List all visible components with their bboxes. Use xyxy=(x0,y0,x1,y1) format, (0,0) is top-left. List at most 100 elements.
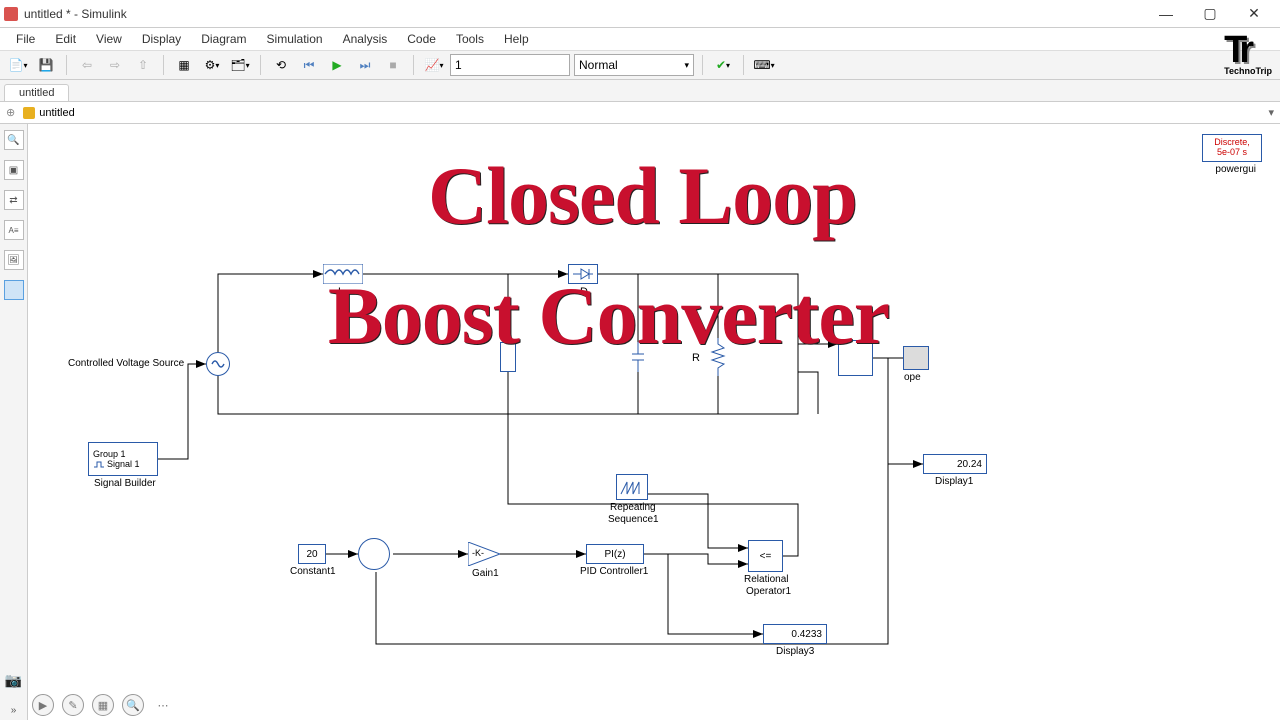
controlled-voltage-source-block[interactable] xyxy=(206,352,230,376)
new-model-button[interactable]: 📄▾ xyxy=(6,53,30,77)
zoom-fit-button[interactable]: 🔍 xyxy=(4,130,24,150)
toolbar-sep xyxy=(413,55,414,75)
forward-arrow-icon: ⇨ xyxy=(110,58,120,72)
build-button[interactable]: ⌨▾ xyxy=(752,53,776,77)
scope-block[interactable] xyxy=(903,346,929,370)
back-arrow-icon: ⇦ xyxy=(82,58,92,72)
model-canvas[interactable]: Discrete, 5e-07 s powergui Controlled Vo… xyxy=(28,124,1280,720)
up-button[interactable]: ⇧ xyxy=(131,53,155,77)
toolbar-sep xyxy=(260,55,261,75)
run-button[interactable]: ▶ xyxy=(325,53,349,77)
model-config-button[interactable]: ⚙▾ xyxy=(200,53,224,77)
image-button[interactable]: 🖼 xyxy=(4,250,24,270)
menu-code[interactable]: Code xyxy=(397,30,446,48)
stop-icon: ■ xyxy=(389,58,396,72)
record-button[interactable]: ✎ xyxy=(62,694,84,716)
menu-simulation[interactable]: Simulation xyxy=(257,30,333,48)
toolbar-sep xyxy=(163,55,164,75)
signal-analyzer-button[interactable]: 📈▾ xyxy=(422,53,446,77)
constant-label: Constant1 xyxy=(290,566,336,577)
sine-icon xyxy=(210,356,226,372)
sb-group: Group 1 xyxy=(93,449,126,459)
menu-view[interactable]: View xyxy=(86,30,132,48)
stop-button[interactable]: ■ xyxy=(381,53,405,77)
gain-block[interactable]: -K- xyxy=(468,542,500,566)
ready-indicator[interactable]: ▶ xyxy=(32,694,54,716)
constant-block[interactable]: 20 xyxy=(298,544,326,564)
stop-time-input[interactable] xyxy=(450,54,570,76)
annotate-button[interactable]: A≡ xyxy=(4,220,24,240)
breadcrumb-bar: ⊕ untitled ▾ xyxy=(0,102,1280,124)
expand-button[interactable]: » xyxy=(4,700,24,720)
logo-sub: TechnoTrip xyxy=(1224,66,1272,76)
sum-block[interactable] xyxy=(358,538,390,570)
build-icon: ⌨ xyxy=(753,58,770,72)
menu-analysis[interactable]: Analysis xyxy=(333,30,398,48)
menu-tools[interactable]: Tools xyxy=(446,30,494,48)
repseq-label2: Sequence1 xyxy=(608,514,659,525)
menu-help[interactable]: Help xyxy=(494,30,539,48)
screenshot-button[interactable]: 📷 xyxy=(4,670,24,690)
repeating-sequence-block[interactable] xyxy=(616,474,648,500)
close-button[interactable]: ✕ xyxy=(1232,0,1276,28)
technotrip-logo: Tr TechnoTrip xyxy=(1224,28,1272,76)
logo-main: Tr xyxy=(1224,29,1248,71)
step-forward-button[interactable]: ⏭ xyxy=(353,53,377,77)
display3-value: 0.4233 xyxy=(764,629,826,640)
pid-value: PI(z) xyxy=(604,549,625,560)
signal-icon: 📈 xyxy=(425,58,440,72)
powergui-block[interactable]: Discrete, 5e-07 s xyxy=(1202,134,1262,162)
menu-diagram[interactable]: Diagram xyxy=(191,30,256,48)
zoom-button[interactable]: 🔍 xyxy=(122,694,144,716)
relop-value: <= xyxy=(760,551,772,562)
simulation-mode-select[interactable]: Normal ▾ xyxy=(574,54,694,76)
tab-untitled[interactable]: untitled xyxy=(4,84,69,101)
sim-mode-label: Normal xyxy=(579,58,618,72)
menu-display[interactable]: Display xyxy=(132,30,191,48)
pacer-button[interactable]: ▦ xyxy=(92,694,114,716)
toolbar-sep xyxy=(743,55,744,75)
save-button[interactable]: 💾 xyxy=(34,53,58,77)
constant-value: 20 xyxy=(306,549,317,560)
display1-block[interactable]: 20.24 xyxy=(923,454,987,474)
minimize-button[interactable]: — xyxy=(1144,0,1188,28)
gear-icon: ⚙ xyxy=(205,58,216,72)
relational-operator-block[interactable]: <= xyxy=(748,540,783,572)
pid-controller-block[interactable]: PI(z) xyxy=(586,544,644,564)
model-explorer-button[interactable]: 🗂▾ xyxy=(228,53,252,77)
fast-restart-button[interactable]: ⟲ xyxy=(269,53,293,77)
display1-label: Display1 xyxy=(935,476,973,487)
breadcrumb-path[interactable]: untitled xyxy=(39,107,74,119)
menu-edit[interactable]: Edit xyxy=(45,30,86,48)
chevron-down-icon: ▾ xyxy=(684,60,689,71)
overlay-title-line1: Closed Loop xyxy=(428,149,857,243)
step-forward-icon: ⏭ xyxy=(360,58,371,73)
chevron-down-icon[interactable]: ▾ xyxy=(1268,106,1274,119)
play-icon: ▶ xyxy=(332,58,341,72)
back-button[interactable]: ⇦ xyxy=(75,53,99,77)
menu-file[interactable]: File xyxy=(6,30,45,48)
tab-row: untitled xyxy=(0,80,1280,102)
more-button[interactable]: ⋯ xyxy=(152,694,174,716)
pid-label: PID Controller1 xyxy=(580,566,648,577)
maximize-button[interactable]: ▢ xyxy=(1188,0,1232,28)
signal-builder-block[interactable]: Group 1 Signal 1 xyxy=(88,442,158,476)
window-title: untitled * - Simulink xyxy=(24,7,127,21)
area-button[interactable] xyxy=(4,280,24,300)
toolbar-sep xyxy=(702,55,703,75)
step-back-button[interactable]: ⏮ xyxy=(297,53,321,77)
check-model-button[interactable]: ✔▾ xyxy=(711,53,735,77)
sb-signal: Signal 1 xyxy=(107,459,140,469)
new-icon: 📄 xyxy=(9,58,24,72)
arrow-button[interactable]: ⇄ xyxy=(4,190,24,210)
save-icon: 💾 xyxy=(39,58,54,72)
display3-block[interactable]: 0.4233 xyxy=(763,624,827,644)
forward-button[interactable]: ⇨ xyxy=(103,53,127,77)
fit-view-button[interactable]: ▣ xyxy=(4,160,24,180)
powergui-label: powergui xyxy=(1215,164,1256,175)
display3-label: Display3 xyxy=(776,646,814,657)
library-browser-button[interactable]: ▦ xyxy=(172,53,196,77)
overlay-title-line2: Boost Converter xyxy=(328,269,889,363)
repseq-label1: Repeating xyxy=(610,502,656,513)
nav-target-icon[interactable]: ⊕ xyxy=(6,106,15,119)
